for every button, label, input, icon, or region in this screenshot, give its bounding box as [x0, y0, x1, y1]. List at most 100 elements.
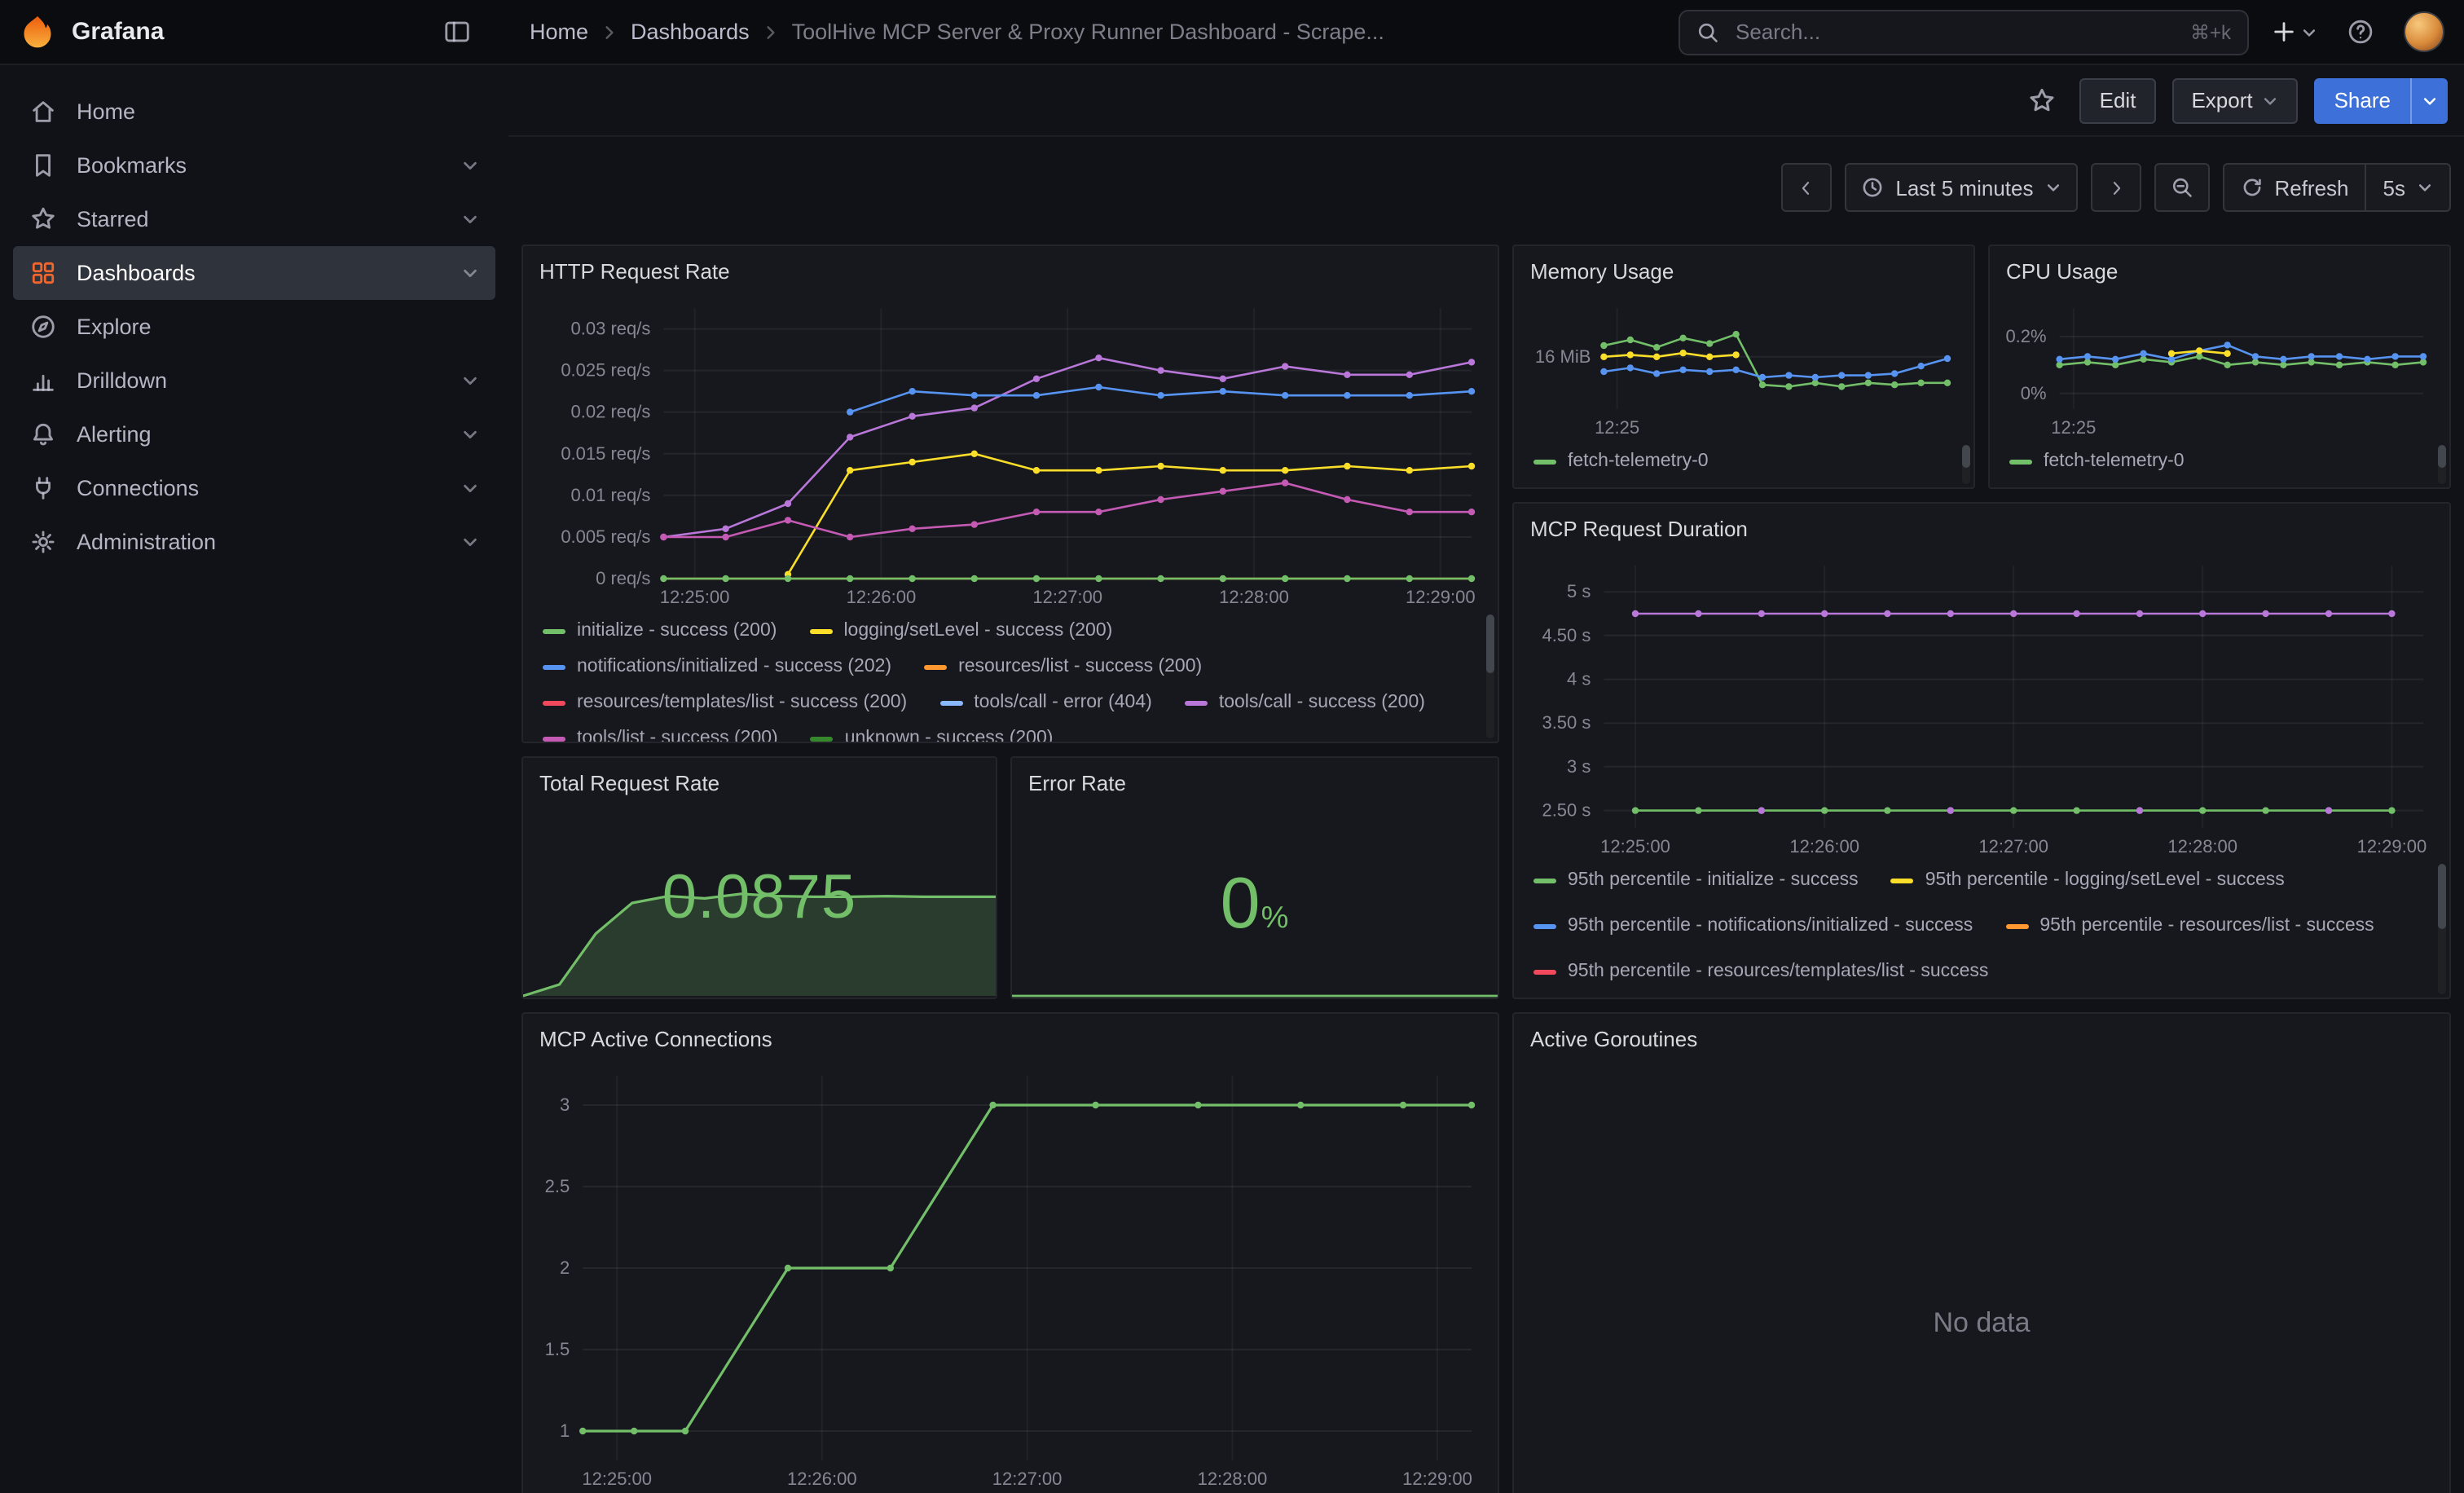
zoom-out-icon — [2170, 176, 2193, 199]
memory-usage-chart[interactable]: 16 MiB12:25 — [1517, 295, 1964, 442]
mcp-request-duration-chart[interactable]: 2.50 s3 s3.50 s4 s4.50 s5 s12:25:0012:26… — [1517, 553, 2440, 861]
chevron-down-icon[interactable] — [461, 372, 479, 390]
refresh-button[interactable]: Refresh — [2224, 165, 2365, 210]
legend-scrollbar[interactable] — [1962, 445, 1970, 484]
legend-item[interactable]: initialize - success (200) — [543, 614, 777, 647]
panel-mcp-request-duration: MCP Request Duration 2.50 s3 s3.50 s4 s4… — [1512, 502, 2451, 999]
cpu-usage-chart[interactable]: 0%0.2%12:25 — [1993, 295, 2440, 442]
breadcrumb-home[interactable]: Home — [530, 20, 588, 44]
favorite-star-icon[interactable] — [2022, 79, 2064, 121]
sidebar-nav: Home Bookmarks Starred Dashboards — [0, 65, 508, 1493]
search-box[interactable]: ⌘+k — [1679, 9, 2249, 55]
legend-wrap: fetch-telemetry-0 — [1990, 442, 2449, 487]
breadcrumb-dashboards[interactable]: Dashboards — [631, 20, 750, 44]
panel-header[interactable]: Memory Usage — [1514, 246, 1973, 295]
sidebar-item-connections[interactable]: Connections — [13, 461, 495, 515]
chevron-down-icon[interactable] — [461, 156, 479, 174]
legend-item[interactable]: fetch-telemetry-0 — [2009, 445, 2185, 478]
panel-header[interactable]: Total Request Rate — [523, 758, 996, 807]
legend-scrollbar[interactable] — [2438, 864, 2446, 994]
legend-item[interactable]: 95th percentile - notifications/initiali… — [1533, 909, 1973, 942]
legend-label: unknown - success (200) — [845, 729, 1054, 742]
help-icon[interactable] — [2340, 11, 2381, 52]
chevron-down-icon[interactable] — [461, 210, 479, 228]
chevron-down-icon[interactable] — [461, 533, 479, 551]
http-request-rate-chart[interactable]: 0 req/s0.005 req/s0.01 req/s0.015 req/s0… — [526, 295, 1488, 611]
chevron-down-icon[interactable] — [461, 264, 479, 282]
sidebar-item-dashboards[interactable]: Dashboards — [13, 246, 495, 300]
sidebar-item-administration[interactable]: Administration — [13, 515, 495, 569]
legend-item[interactable]: logging/setLevel - success (200) — [809, 614, 1112, 647]
sidebar-item-alerting[interactable]: Alerting — [13, 407, 495, 461]
sidebar-item-label: Drilldown — [77, 368, 167, 393]
panel-title: Memory Usage — [1530, 258, 1674, 283]
sidebar-item-drilldown[interactable]: Drilldown — [13, 354, 495, 407]
time-range-picker[interactable]: Last 5 minutes — [1845, 163, 2077, 212]
sidebar-item-bookmarks[interactable]: Bookmarks — [13, 139, 495, 192]
legend-label: tools/call - success (200) — [1219, 693, 1425, 712]
legend-item[interactable]: unknown - success (200) — [811, 722, 1054, 742]
legend-scrollbar[interactable] — [2438, 445, 2446, 484]
legend-color-dash — [924, 664, 947, 669]
refresh-group: Refresh 5s — [2222, 163, 2451, 212]
panel-header[interactable]: MCP Active Connections — [523, 1014, 1498, 1063]
legend-label: resources/list - success (200) — [958, 657, 1202, 676]
time-back-button[interactable] — [1781, 163, 1832, 212]
legend-item[interactable]: resources/templates/list - success (200) — [543, 686, 907, 719]
refresh-label: Refresh — [2274, 175, 2348, 200]
mcp-active-connections-chart[interactable]: 11.522.5312:25:0012:26:0012:27:0012:28:0… — [526, 1063, 1488, 1493]
legend-item[interactable]: 95th percentile - logging/setLevel - suc… — [1891, 864, 2285, 896]
svg-text:0.025 req/s: 0.025 req/s — [561, 360, 650, 381]
edit-button[interactable]: Edit — [2080, 77, 2156, 123]
legend-item[interactable]: notifications/initialized - success (202… — [543, 650, 891, 683]
svg-text:1.5: 1.5 — [545, 1339, 570, 1359]
panel-header[interactable]: HTTP Request Rate — [523, 246, 1498, 295]
sidebar-toggle-icon[interactable] — [443, 18, 471, 46]
legend-item[interactable]: fetch-telemetry-0 — [1533, 445, 1709, 478]
legend-item[interactable]: tools/list - success (200) — [543, 722, 778, 742]
panel-title: HTTP Request Rate — [539, 258, 730, 283]
time-forward-button[interactable] — [2090, 163, 2141, 212]
legend-item[interactable]: resources/list - success (200) — [924, 650, 1202, 683]
user-avatar[interactable] — [2404, 11, 2444, 52]
chart-legend: 95th percentile - initialize - success 95… — [1514, 861, 2449, 998]
brand[interactable]: Grafana — [20, 14, 443, 50]
legend-item[interactable]: tools/call - success (200) — [1185, 686, 1425, 719]
legend-item[interactable]: 95th percentile - initialize - success — [1533, 864, 1859, 896]
legend-color-dash — [543, 700, 565, 705]
export-button[interactable]: Export — [2171, 77, 2298, 123]
chevron-down-icon[interactable] — [461, 425, 479, 443]
panel-http-request-rate: HTTP Request Rate 0 req/s0.005 req/s0.01… — [521, 244, 1499, 743]
sidebar-item-explore[interactable]: Explore — [13, 300, 495, 354]
panel-header[interactable]: Error Rate — [1012, 758, 1498, 807]
sidebar-item-starred[interactable]: Starred — [13, 192, 495, 246]
legend-item[interactable]: tools/call - error (404) — [939, 686, 1152, 719]
share-button[interactable]: Share — [2315, 77, 2410, 123]
zoom-out-button[interactable] — [2154, 163, 2209, 212]
svg-text:0 req/s: 0 req/s — [596, 568, 650, 588]
search-input[interactable] — [1732, 18, 2177, 46]
legend-scrollbar[interactable] — [1486, 614, 1494, 738]
legend-item[interactable]: 95th percentile - resources/templates/li… — [1533, 955, 1988, 988]
breadcrumb-current: ToolHive MCP Server & Proxy Runner Dashb… — [792, 20, 1384, 44]
sidebar-item-home[interactable]: Home — [13, 85, 495, 139]
chevron-right-icon — [763, 24, 779, 40]
legend-color-dash — [543, 664, 565, 669]
legend-color-dash — [1185, 700, 1208, 705]
legend-item[interactable]: 95th percentile - resources/list - succe… — [2005, 909, 2374, 942]
svg-text:2.5: 2.5 — [545, 1176, 570, 1196]
stat-number: 0 — [1221, 864, 1261, 944]
panel-body: No data — [1514, 1063, 2449, 1493]
panel-header[interactable]: MCP Request Duration — [1514, 504, 2449, 553]
share-caret-button[interactable] — [2410, 77, 2448, 123]
svg-text:0.03 req/s: 0.03 req/s — [571, 319, 651, 339]
error-rate-sparkline[interactable] — [1012, 971, 1498, 998]
refresh-interval-select[interactable]: 5s — [2365, 165, 2449, 210]
panel-header[interactable]: Active Goroutines — [1514, 1014, 2449, 1063]
svg-text:0.02 req/s: 0.02 req/s — [571, 402, 651, 422]
new-button[interactable] — [2272, 20, 2317, 44]
chevron-down-icon[interactable] — [461, 479, 479, 497]
star-icon — [29, 205, 57, 233]
dashboards-grid-icon — [29, 259, 57, 287]
panel-header[interactable]: CPU Usage — [1990, 246, 2449, 295]
